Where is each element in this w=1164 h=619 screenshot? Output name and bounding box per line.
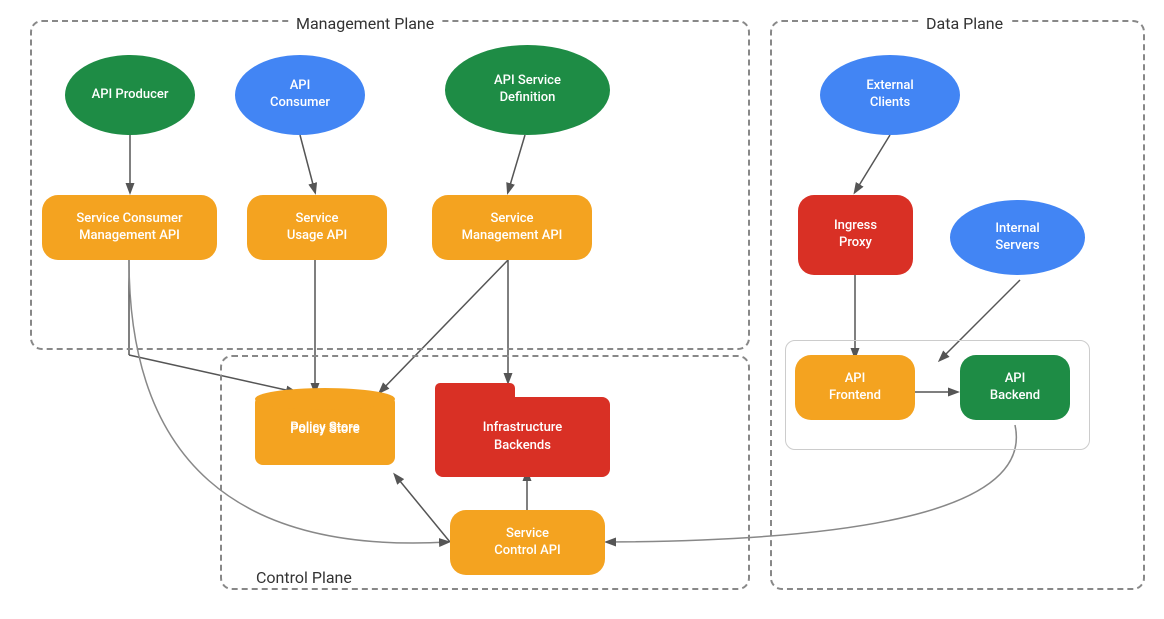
service-usage-api-node: ServiceUsage API <box>247 195 387 260</box>
diagram-container: Management Plane Data Plane Control Plan… <box>0 0 1164 619</box>
api-backend-node: APIBackend <box>960 355 1070 420</box>
management-plane-label: Management Plane <box>290 14 440 33</box>
api-service-def-node: API ServiceDefinition <box>445 45 610 135</box>
data-plane-label: Data Plane <box>920 14 1009 33</box>
service-mgmt-api-node: ServiceManagement API <box>432 195 592 260</box>
control-plane-label: Control Plane <box>250 568 358 587</box>
infra-backends-node: InfrastructureBackends <box>435 397 610 477</box>
api-frontend-node: APIFrontend <box>795 355 915 420</box>
api-consumer-node: APIConsumer <box>235 55 365 135</box>
service-consumer-mgmt-api-node: Service ConsumerManagement API <box>42 195 217 260</box>
internal-servers-node: InternalServers <box>950 200 1085 275</box>
service-control-api-node: ServiceControl API <box>450 510 605 575</box>
external-clients-node: ExternalClients <box>820 55 960 135</box>
ingress-proxy-node: IngressProxy <box>798 195 913 275</box>
api-producer-node: API Producer <box>65 55 195 135</box>
policy-store-label: Policy Store <box>255 390 395 465</box>
